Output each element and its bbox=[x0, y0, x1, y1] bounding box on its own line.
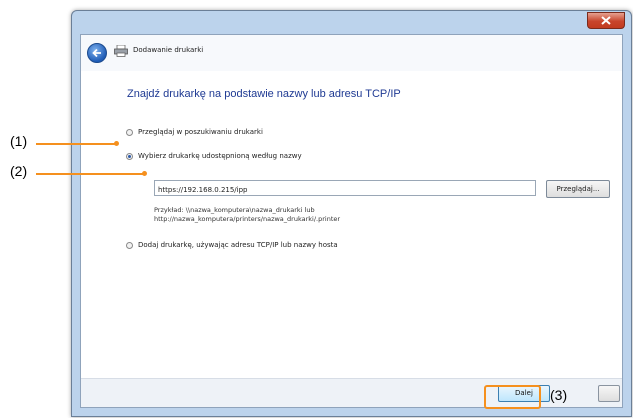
printer-icon bbox=[114, 45, 128, 57]
callout-line-2 bbox=[36, 173, 144, 175]
cancel-button[interactable] bbox=[598, 385, 620, 402]
example-line-2: http://nazwa_komputera/printers/nazwa_dr… bbox=[154, 215, 341, 223]
dialog-window: Dodawanie drukarki Znajdź drukarkę na po… bbox=[71, 10, 632, 417]
callout-label-2: (2) bbox=[10, 163, 28, 179]
callout-dot-1 bbox=[114, 141, 119, 146]
window-title: Dodawanie drukarki bbox=[133, 46, 204, 54]
page-heading: Znajdź drukarkę na podstawie nazwy lub a… bbox=[127, 88, 401, 100]
example-text: Przykład: \\nazwa_komputera\nazwa_drukar… bbox=[154, 206, 340, 224]
radio-browse[interactable] bbox=[126, 129, 133, 136]
example-line-1: Przykład: \\nazwa_komputera\nazwa_drukar… bbox=[154, 206, 315, 214]
back-button[interactable] bbox=[87, 43, 107, 63]
dialog-client-area: Dodawanie drukarki Znajdź drukarkę na po… bbox=[80, 34, 623, 408]
radio-select-shared[interactable] bbox=[126, 153, 133, 160]
callout-label-1: (1) bbox=[10, 133, 28, 149]
close-icon bbox=[601, 16, 611, 25]
wizard-header: Dodawanie drukarki bbox=[81, 35, 622, 71]
callout-line-1 bbox=[36, 143, 116, 145]
callout-label-3: (3) bbox=[550, 387, 568, 403]
next-button-highlight bbox=[484, 385, 541, 409]
close-button[interactable] bbox=[587, 12, 625, 29]
option-select-shared-label[interactable]: Wybierz drukarkę udostępnioną według naz… bbox=[138, 152, 302, 160]
radio-tcpip[interactable] bbox=[126, 242, 133, 249]
browse-button[interactable]: Przeglądaj... bbox=[546, 180, 610, 198]
option-tcpip-label[interactable]: Dodaj drukarkę, używając adresu TCP/IP l… bbox=[138, 241, 338, 249]
back-arrow-icon bbox=[92, 48, 101, 58]
printer-url-input[interactable] bbox=[154, 180, 536, 196]
option-browse-label[interactable]: Przeglądaj w poszukiwaniu drukarki bbox=[138, 128, 263, 136]
callout-dot-2 bbox=[142, 171, 147, 176]
